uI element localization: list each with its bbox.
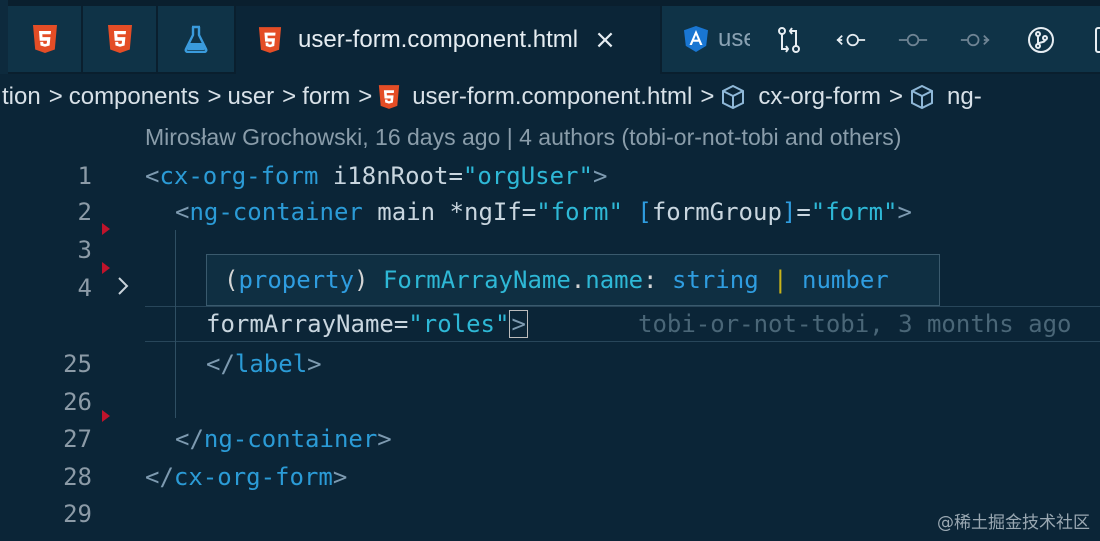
split-editor-icon[interactable] — [1088, 27, 1100, 53]
breadcrumb-item-user[interactable]: user — [227, 83, 274, 111]
tab-user-form-component-html[interactable]: user-form.component.html × — [236, 6, 660, 74]
breadcrumb-item-file[interactable]: user-form.component.html — [378, 83, 692, 111]
change-marker[interactable] — [102, 223, 110, 235]
tab-label: user-form.component.html — [298, 26, 579, 53]
change-marker[interactable] — [102, 410, 110, 422]
line-number: 1 — [77, 162, 92, 190]
next-change-icon[interactable] — [960, 27, 990, 53]
breadcrumb-separator: > — [207, 83, 222, 110]
cube-icon — [909, 84, 935, 110]
change-marker[interactable] — [102, 262, 110, 274]
breadcrumb-separator: > — [889, 83, 904, 110]
breadcrumb-item-label: cx-org-form — [758, 83, 881, 110]
indent-guide — [175, 230, 176, 418]
line-number: 25 — [63, 350, 92, 378]
code-line[interactable]: <ng-container main *ngIf="form" [formGro… — [175, 198, 912, 226]
html5-icon — [258, 6, 282, 74]
previous-change-icon[interactable] — [836, 27, 866, 53]
line-number: 29 — [63, 500, 92, 528]
breadcrumb-item-label: user-form.component.html — [412, 83, 693, 110]
close-tab-button[interactable]: × — [594, 25, 616, 55]
line-number: 2 — [77, 198, 92, 226]
breadcrumb-item[interactable]: tion — [2, 83, 41, 111]
line-number: 3 — [77, 236, 92, 264]
watermark: @稀土掘金技术社区 — [937, 513, 1090, 533]
angular-icon — [684, 6, 708, 72]
git-graph-icon[interactable] — [1026, 27, 1056, 53]
code-line[interactable]: </cx-org-form> — [145, 463, 347, 491]
tab-html-file-1[interactable] — [8, 6, 81, 72]
flask-icon — [158, 6, 234, 72]
html5-icon — [8, 6, 81, 72]
tab-bar: user-form.component.html × user-form.com… — [0, 0, 1100, 74]
code-line[interactable]: <cx-org-form i18nRoot="orgUser"> — [145, 162, 607, 190]
breadcrumb: tion > components > user > form > user-f… — [0, 74, 1100, 120]
breadcrumb-separator: > — [700, 83, 715, 110]
breadcrumb-separator: > — [282, 83, 297, 110]
breadcrumb-item-ng-container[interactable]: ng- — [909, 83, 982, 111]
bracket-match: > — [509, 310, 528, 338]
breadcrumb-item-components[interactable]: components — [69, 83, 200, 111]
git-blame-codelens[interactable]: Mirosław Grochowski, 16 days ago | 4 aut… — [145, 124, 901, 151]
inline-blame: tobi-or-not-tobi, 3 months ago — [638, 310, 1072, 338]
hover-tooltip: (property) FormArrayName. name: string | … — [206, 254, 940, 306]
line-number: 26 — [63, 388, 92, 416]
tab-test-file[interactable] — [158, 6, 234, 72]
tab-html-file-2[interactable] — [83, 6, 156, 72]
breadcrumb-separator: > — [48, 83, 63, 110]
code-line[interactable]: </ng-container> — [175, 425, 392, 453]
html5-icon — [378, 85, 400, 109]
breadcrumb-item-cx-org-form[interactable]: cx-org-form — [720, 83, 881, 111]
code-line[interactable]: </label> — [206, 350, 322, 378]
commit-icon[interactable] — [898, 27, 928, 53]
compare-changes-icon[interactable] — [774, 27, 804, 53]
line-number: 28 — [63, 463, 92, 491]
line-number: 27 — [63, 425, 92, 453]
editor-actions — [762, 6, 1100, 72]
tab-user-form-component-ts[interactable]: user-form.component.ts — [662, 6, 762, 72]
fold-chevron-right-icon[interactable] — [116, 275, 130, 301]
breadcrumb-item-label: ng- — [947, 83, 982, 110]
html5-icon — [83, 6, 156, 72]
line-number: 4 — [77, 274, 92, 302]
breadcrumb-item-form[interactable]: form — [302, 83, 350, 111]
tab-label: user-form.component.ts — [718, 25, 750, 52]
breadcrumb-separator: > — [358, 83, 373, 110]
code-line[interactable]: formArrayName="roles"> — [206, 310, 528, 338]
cube-icon — [720, 84, 746, 110]
tab-bar-left-strip — [0, 0, 8, 74]
